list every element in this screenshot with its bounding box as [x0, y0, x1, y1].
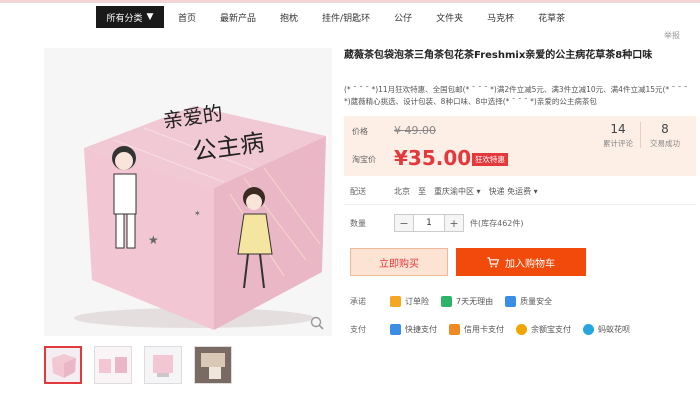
thumbnail-1[interactable]	[44, 346, 82, 384]
add-to-cart-label: 加入购物车	[505, 258, 555, 270]
promise-row: 承诺 订单险 7天无理由 质量安全	[350, 296, 564, 307]
sales-count[interactable]: 8 交易成功	[644, 122, 686, 149]
nav-item-folder[interactable]: 文件夹	[424, 11, 475, 24]
svg-text:★: ★	[148, 233, 159, 247]
nav-item-mug[interactable]: 马克杯	[475, 11, 526, 24]
shipping-row: 配送 北京 至 重庆渝中区 ▾ 快递 免运费 ▾	[350, 186, 546, 197]
nav-item-tea[interactable]: 花草茶	[526, 11, 577, 24]
pay-yuebao[interactable]: 余额宝支付	[516, 324, 571, 335]
quantity-input[interactable]: 1	[413, 215, 445, 231]
yuebao-icon	[516, 324, 527, 335]
service-quality[interactable]: 质量安全	[505, 296, 552, 307]
pay-huabei[interactable]: 蚂蚁花呗	[583, 324, 630, 335]
caret-down-icon: ▾	[533, 187, 538, 196]
thumbnail-strip	[44, 346, 232, 384]
top-accent-strip	[0, 0, 700, 3]
product-main-image[interactable]: 亲爱的 公主病 ★ ✶	[44, 48, 332, 336]
thumbnail-2[interactable]	[94, 346, 132, 384]
stock-info: 件(库存462件)	[470, 218, 524, 228]
ship-from: 北京	[394, 187, 410, 196]
quantity-plus-button[interactable]: +	[445, 215, 463, 231]
service-order-insurance[interactable]: 订单险	[390, 296, 429, 307]
stats-divider	[640, 122, 641, 148]
quick-pay-icon	[390, 324, 401, 335]
seven-day-return-icon	[441, 296, 452, 307]
add-to-cart-button[interactable]: 加入购物车	[456, 248, 586, 276]
ship-to-word: 至	[418, 187, 426, 196]
payment-label: 支付	[350, 325, 366, 334]
product-title: 葳薇茶包袋泡茶三角茶包花茶Freshmix亲爱的公主病花草茶8种口味	[344, 50, 653, 61]
credit-card-icon	[449, 324, 460, 335]
sale-badge: 狂欢特惠	[472, 153, 508, 166]
buy-now-button[interactable]: 立即购买	[350, 248, 448, 276]
nav-item-keychain[interactable]: 挂件/钥匙环	[310, 11, 382, 24]
ship-method: 快递 免运费	[488, 187, 532, 196]
payment-row: 支付 快捷支付 信用卡支付 余额宝支付 蚂蚁花呗	[350, 324, 642, 335]
huabei-icon	[583, 324, 594, 335]
quantity-row: 数量 − 1 + 件(库存462件)	[350, 214, 524, 232]
promise-label: 承诺	[350, 297, 366, 306]
zoom-icon[interactable]	[310, 316, 324, 330]
category-menu-label: 所有分类	[106, 13, 143, 24]
top-nav-bar: 所有分类 ▼ 首页 最新产品 抱枕 挂件/钥匙环 公仔 文件夹 马克杯 花草茶	[0, 0, 700, 36]
ship-method-select[interactable]: 快递 免运费 ▾	[489, 186, 538, 197]
quality-safety-text: 质量安全	[520, 297, 553, 306]
order-insurance-icon	[390, 296, 401, 307]
report-link[interactable]: 举报	[664, 30, 680, 41]
nav-item-doll[interactable]: 公仔	[382, 11, 424, 24]
thumbnail-4[interactable]	[194, 346, 232, 384]
sale-price: ¥35.00	[394, 146, 472, 170]
sale-price-label: 淘宝价	[352, 155, 376, 164]
order-insurance-text: 订单险	[405, 297, 429, 306]
svg-text:✶: ✶	[194, 209, 201, 218]
sales-count-value: 8	[661, 122, 669, 136]
quantity-label: 数量	[350, 218, 366, 228]
nav-item-new[interactable]: 最新产品	[208, 11, 268, 24]
service-7day-return[interactable]: 7天无理由	[441, 296, 493, 307]
sales-count-label: 交易成功	[650, 139, 680, 148]
thumbnail-3[interactable]	[144, 346, 182, 384]
yuebao-text: 余额宝支付	[531, 325, 571, 334]
pay-quick[interactable]: 快捷支付	[390, 324, 437, 335]
pay-credit-card[interactable]: 信用卡支付	[449, 324, 504, 335]
ship-destination-select[interactable]: 重庆渝中区 ▾	[434, 186, 481, 197]
review-count-label: 累计评论	[603, 139, 633, 148]
shipping-label: 配送	[350, 187, 366, 196]
caret-down-icon: ▾	[476, 187, 481, 196]
quality-safety-icon	[505, 296, 517, 307]
quick-pay-text: 快捷支付	[405, 325, 437, 334]
review-count-value: 14	[610, 122, 626, 136]
buy-now-label: 立即购买	[379, 258, 419, 270]
tea-box-illustration: 亲爱的 公主病 ★ ✶	[44, 48, 332, 336]
quantity-stepper: − 1 +	[394, 214, 464, 232]
huabei-text: 蚂蚁花呗	[598, 325, 630, 334]
section-divider	[344, 204, 696, 205]
cart-icon	[487, 256, 499, 267]
all-categories-menu[interactable]: 所有分类 ▼	[96, 6, 164, 28]
price-panel: 价格 ¥ 49.00 淘宝价 ¥35.00 狂欢特惠 14 累计评论 8 交易成…	[344, 116, 696, 176]
credit-card-text: 信用卡支付	[464, 325, 504, 334]
caret-down-icon: ▼	[146, 12, 154, 22]
original-price: ¥ 49.00	[394, 124, 436, 137]
seven-day-return-text: 7天无理由	[456, 297, 494, 306]
nav-item-pillow[interactable]: 抱枕	[268, 11, 310, 24]
quantity-minus-button[interactable]: −	[395, 215, 413, 231]
review-count[interactable]: 14 累计评论	[598, 122, 638, 149]
nav-links: 首页 最新产品 抱枕 挂件/钥匙环 公仔 文件夹 马克杯 花草茶	[164, 6, 577, 28]
product-subtitle: (* ¯ ˘ ¯ *)11月狂欢特惠、全国包邮(* ¯ ˘ ¯ *)满2件立减5…	[344, 85, 688, 106]
price-label: 价格	[352, 127, 368, 136]
ship-destination: 重庆渝中区	[434, 187, 474, 196]
nav-item-home[interactable]: 首页	[164, 11, 208, 24]
